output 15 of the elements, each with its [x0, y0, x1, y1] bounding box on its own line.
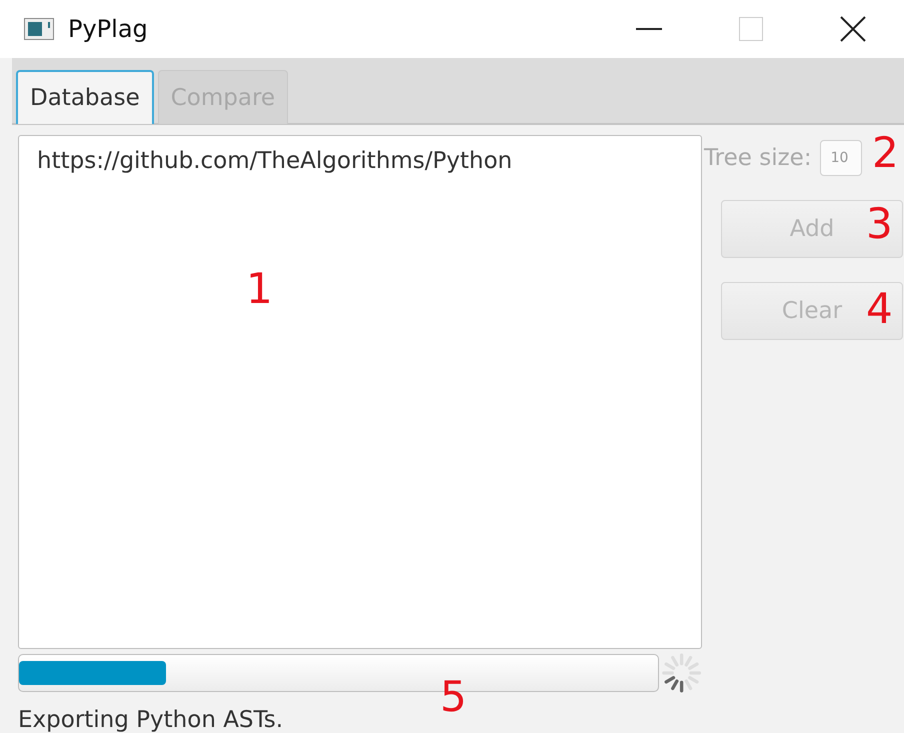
minimize-icon	[636, 28, 662, 30]
annotation-number: 5	[440, 676, 467, 718]
annotation-number: 3	[866, 203, 893, 245]
tab[interactable]: Database	[16, 70, 154, 124]
window-title: PyPlag	[68, 15, 148, 43]
list-item[interactable]: https://github.com/TheAlgorithms/Python	[37, 148, 683, 174]
status-text: Exporting Python ASTs.	[18, 707, 284, 733]
annotation-number: 2	[872, 132, 899, 174]
spinner-icon	[660, 651, 702, 695]
app-icon	[24, 18, 54, 40]
tree-size-label: Tree size:	[704, 145, 812, 171]
maximize-icon	[739, 17, 763, 41]
close-icon	[840, 16, 866, 42]
annotation-number: 1	[246, 268, 273, 310]
annotation-number: 4	[866, 288, 893, 330]
